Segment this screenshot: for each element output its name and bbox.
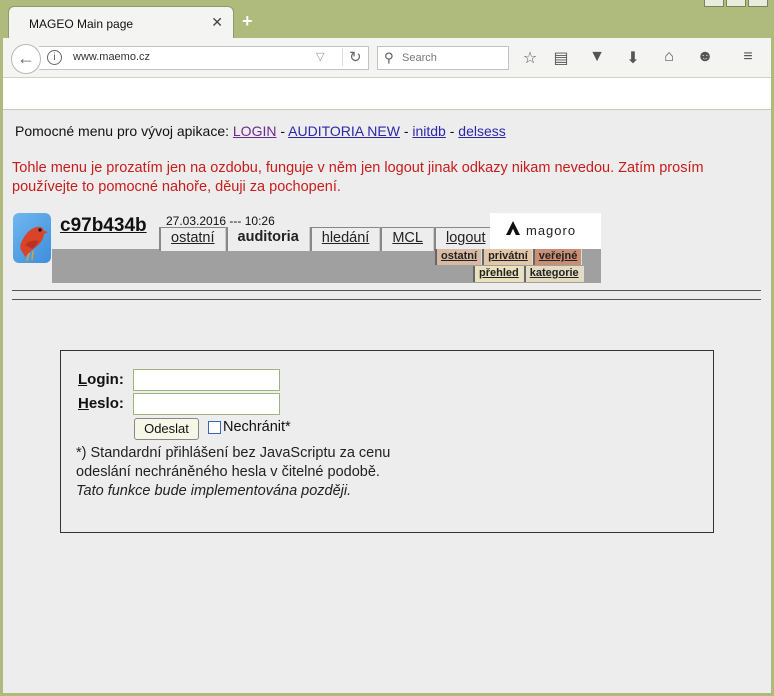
divider [12, 290, 761, 291]
bird-icon [20, 226, 48, 262]
tab-title: MAGEO Main page [29, 17, 134, 31]
tab-mcl[interactable]: MCL [380, 227, 434, 251]
maximize-button[interactable] [726, 0, 746, 7]
subtabs-row1: ostatní privátní veřejné [435, 249, 583, 265]
subtab-verejne[interactable]: veřejné [532, 249, 583, 265]
search-placeholder: Search [402, 52, 437, 64]
avatar[interactable] [13, 213, 51, 263]
logo-text: magoro [526, 223, 577, 238]
reload-icon[interactable]: ↻ [342, 48, 362, 66]
tab-ostatni[interactable]: ostatní [159, 227, 226, 251]
login-form: Login: Heslo: Odeslat Nechránit* *) Stan… [60, 350, 714, 533]
tab-strip: MAGEO Main page ✕ + [0, 0, 774, 40]
info-icon[interactable]: i [47, 50, 62, 65]
initdb-link[interactable]: initdb [412, 123, 445, 139]
magoro-logo: magoro [490, 213, 601, 249]
dev-menu-prefix: Pomocné menu pro vývoj apikace: [15, 123, 229, 139]
smiley-icon[interactable]: ☻ [694, 48, 716, 66]
subtabs-row2: přehled kategorie [473, 266, 584, 282]
note-line: *) Standardní přihlášení bez JavaScriptu… [76, 445, 391, 461]
logo-mark-icon [506, 221, 520, 235]
bookmark-star-icon[interactable]: ☆ [519, 48, 541, 68]
subtab-privatni[interactable]: privátní [482, 249, 533, 265]
bookmarks-bar [3, 78, 771, 110]
subtab-kategorie[interactable]: kategorie [523, 266, 584, 282]
delsess-link[interactable]: delsess [458, 123, 505, 139]
menu-icon[interactable]: ≡ [737, 48, 759, 66]
search-bar[interactable]: ⚲ Search [377, 46, 509, 70]
password-label: Heslo: [78, 395, 124, 412]
auditoria-new-link[interactable]: AUDITORIA NEW [288, 123, 400, 139]
note-line-italic: Tato funkce bude implementována později. [76, 483, 352, 499]
note-line: odeslání nechráněného hesla v čitelné po… [76, 464, 380, 480]
separator: - [280, 123, 286, 139]
login-input[interactable] [133, 369, 280, 391]
separator: - [403, 123, 409, 139]
page-content: Pomocné menu pro vývoj apikace: LOGIN - … [3, 111, 771, 693]
login-label: Login: [78, 371, 124, 388]
back-button[interactable]: ← [11, 44, 41, 74]
main-tabs: ostatní auditoria hledání MCL logout [159, 227, 497, 251]
new-tab-icon[interactable]: + [242, 12, 253, 30]
submit-button[interactable]: Odeslat [134, 418, 199, 440]
separator: - [449, 123, 455, 139]
window-controls [702, 0, 770, 7]
dev-menu: Pomocné menu pro vývoj apikace: LOGIN - … [15, 123, 506, 139]
reading-list-icon[interactable]: ▤ [550, 48, 572, 68]
search-icon: ⚲ [384, 50, 394, 65]
close-icon[interactable]: ✕ [211, 14, 223, 31]
download-icon[interactable]: ⬇ [622, 48, 644, 68]
unprotected-checkbox[interactable] [208, 421, 221, 434]
subtab-ostatni[interactable]: ostatní [435, 249, 483, 265]
checkbox-label: Nechránit* [223, 419, 291, 435]
datetime: 27.03.2016 --- 10:26 [166, 214, 275, 228]
login-link[interactable]: LOGIN [233, 123, 277, 139]
login-note: *) Standardní přihlášení bez JavaScriptu… [76, 444, 390, 501]
pocket-icon[interactable]: ▼ [586, 48, 608, 66]
tab-hledani[interactable]: hledání [309, 227, 381, 251]
username-link[interactable]: c97b434b [60, 215, 147, 237]
url-text[interactable]: www.maemo.cz [73, 51, 150, 63]
subtab-prehled[interactable]: přehled [473, 266, 524, 282]
chevron-down-icon[interactable]: ▽ [316, 50, 324, 63]
divider [12, 299, 761, 300]
warning-message: Tohle menu je prozatím jen na ozdobu, fu… [12, 160, 704, 195]
tab-auditoria[interactable]: auditoria [225, 227, 310, 251]
browser-tab[interactable]: MAGEO Main page ✕ [8, 6, 234, 40]
close-window-button[interactable] [748, 0, 768, 7]
navigation-toolbar: i www.maemo.cz ▽ ↻ ← ⚲ Search ☆ ▤ ▼ ⬇ ⌂ … [3, 38, 771, 78]
tab-logout[interactable]: logout [433, 227, 497, 251]
site-header: c97b434b 27.03.2016 --- 10:26 ostatní au… [11, 213, 601, 283]
minimize-button[interactable] [704, 0, 724, 7]
back-arrow-icon: ← [17, 48, 35, 68]
url-bar[interactable]: i www.maemo.cz ▽ ↻ [39, 46, 369, 70]
password-input[interactable] [133, 393, 280, 415]
home-icon[interactable]: ⌂ [658, 48, 680, 66]
